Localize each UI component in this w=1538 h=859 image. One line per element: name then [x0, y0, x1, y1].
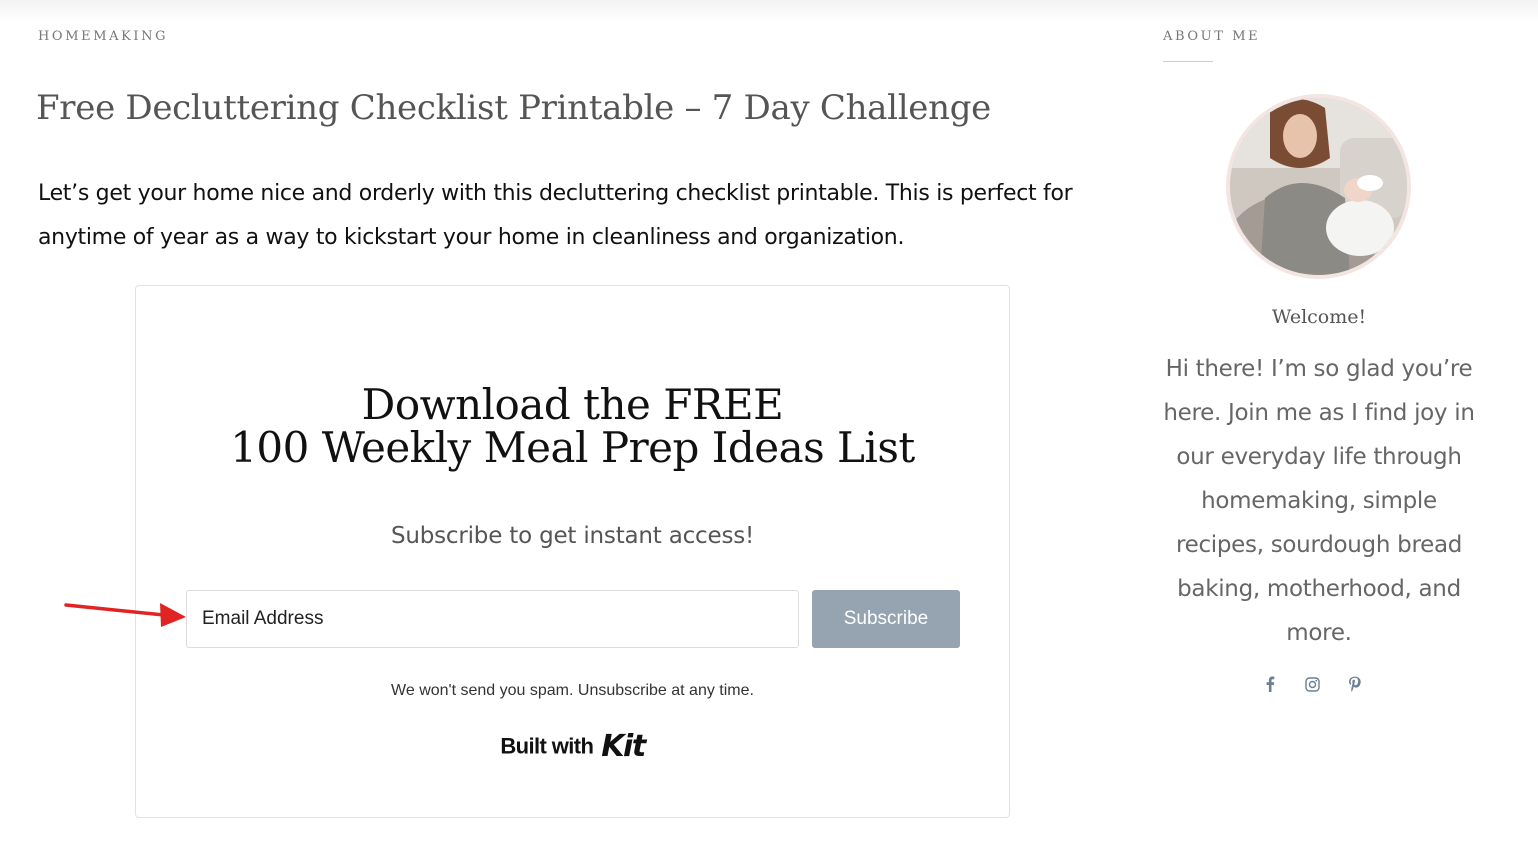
- facebook-icon[interactable]: [1262, 674, 1278, 694]
- sidebar-title: ABOUT ME: [1163, 29, 1261, 44]
- red-arrow-annotation: [64, 603, 186, 627]
- form-subheading: Subscribe to get instant access!: [390, 523, 755, 549]
- subscribe-button[interactable]: Subscribe: [812, 590, 960, 648]
- signup-form-card: Download the FREE 100 Weekly Meal Prep I…: [135, 285, 1010, 818]
- post-intro: Let’s get your home nice and orderly wit…: [38, 181, 1073, 250]
- post-category[interactable]: HOMEMAKING: [38, 29, 168, 44]
- pinterest-icon[interactable]: [1346, 674, 1362, 694]
- built-with-kit-link[interactable]: Built with Kit: [136, 729, 1009, 764]
- author-avatar: [1226, 94, 1411, 279]
- form-heading: Download the FREE 100 Weekly Meal Prep I…: [136, 383, 1009, 469]
- instagram-icon[interactable]: [1304, 674, 1320, 694]
- post-title: Free Decluttering Checklist Printable – …: [36, 88, 992, 128]
- form-heading-line2: 100 Weekly Meal Prep Ideas List: [230, 423, 915, 472]
- social-links: [1262, 674, 1362, 694]
- built-with-text: Built with: [500, 733, 594, 759]
- author-photo: [1230, 98, 1407, 275]
- sidebar-bio: Hi there! I’m so glad you’re here. Join …: [1163, 356, 1475, 646]
- spam-note: We won't send you spam. Unsubscribe at a…: [391, 682, 754, 699]
- form-heading-line1: Download the FREE: [361, 380, 784, 429]
- email-input[interactable]: [186, 590, 799, 648]
- header-shadow: [0, 0, 1538, 22]
- sidebar-divider: [1163, 61, 1213, 62]
- sidebar-welcome: Welcome!: [1271, 306, 1367, 328]
- kit-logo: Kit: [601, 729, 646, 764]
